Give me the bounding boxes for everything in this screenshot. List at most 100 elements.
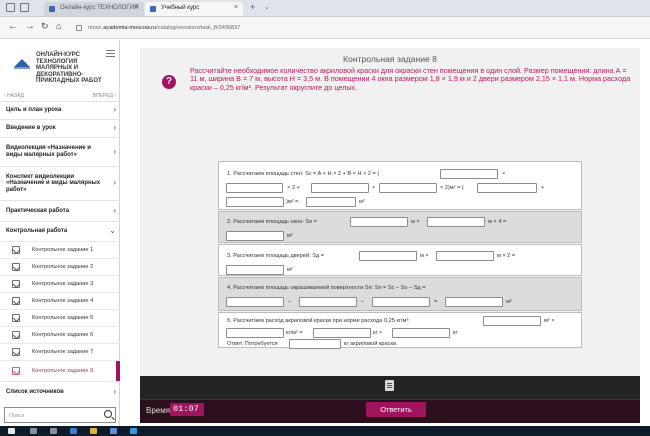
answer-input[interactable] <box>299 297 357 307</box>
answer-input[interactable] <box>350 217 408 227</box>
answer-input[interactable] <box>440 169 498 179</box>
close-icon[interactable]: × <box>135 4 139 11</box>
section-label: Видеолекция «Назначение и виды малярных … <box>6 145 91 158</box>
submit-answer-button[interactable]: Ответить <box>366 402 426 417</box>
operator: – <box>288 299 292 305</box>
calculation-form: 1. Рассчитаем площадь стен: Sc = A × H ×… <box>218 161 582 349</box>
answer-input[interactable] <box>436 251 494 261</box>
completed-check-icon <box>12 263 20 271</box>
browser-tab-strip: Онлайн-курс ТЕХНОЛОГИЯ × Учебный курс × … <box>0 0 650 17</box>
document-icon[interactable] <box>385 380 394 391</box>
url-input[interactable]: mooc.academia-moscow.ru/catalog/sessions… <box>72 21 432 35</box>
back-link[interactable]: ‹ НАЗАД <box>4 93 24 99</box>
search-icon[interactable] <box>104 410 112 418</box>
prev-next-links: ‹ НАЗАД ВПЕРЕД › <box>4 92 116 101</box>
sidebar-item-task-4[interactable]: Контрольное задание 4 <box>0 292 120 309</box>
sidebar-section-practice[interactable]: Практическая работа › <box>0 200 120 221</box>
operator: кг/м² = <box>286 330 303 336</box>
operator: м × 2 = <box>497 253 516 259</box>
tab-actions-icon[interactable] <box>20 3 29 12</box>
chevron-right-icon: › <box>113 146 116 156</box>
home-icon[interactable]: ⌂ <box>56 21 61 31</box>
chevron-down-icon[interactable]: ⌄ <box>264 3 270 11</box>
answer-input[interactable] <box>226 231 284 241</box>
answer-input[interactable] <box>477 183 537 193</box>
academia-logo-icon <box>12 57 32 70</box>
browser-tab[interactable]: Онлайн-курс ТЕХНОЛОГИЯ × <box>44 2 144 16</box>
operator: × 2)м² = ( <box>440 185 464 191</box>
logo-text: ОНЛАЙН-КУРС ТЕХНОЛОГИЯ МАЛЯРНЫХ И ДЕКОРА… <box>36 52 102 85</box>
answer-input[interactable] <box>226 328 284 338</box>
sidebar-section-control[interactable]: Контрольная работа ⌄ <box>0 221 120 241</box>
refresh-icon[interactable]: ↻ <box>41 21 49 32</box>
step-2: 2. Рассчитаем площадь окон: So = м × м ×… <box>218 211 582 243</box>
app-icon[interactable] <box>130 428 137 434</box>
task-view-icon[interactable] <box>50 428 57 434</box>
answer-input[interactable] <box>392 328 450 338</box>
sidebar-item-task-1[interactable]: Контрольное задание 1 <box>0 241 120 258</box>
answer-input[interactable] <box>483 316 541 326</box>
answer-label: Ответ. Потребуется <box>227 341 278 347</box>
timer-label: Время <box>146 406 171 415</box>
answer-input[interactable] <box>226 197 284 207</box>
address-bar-row: ← → ↻ ⌂ mooc.academia-moscow.ru/catalog/… <box>0 17 650 39</box>
sidebar-section-goal[interactable]: Цель и план урока › <box>0 101 120 119</box>
sidebar-section-intro[interactable]: Введение в урок › <box>0 119 120 137</box>
operator: × 2 + <box>287 185 300 191</box>
chevron-right-icon: › <box>113 123 116 133</box>
item-label: Контрольное задание 1 <box>32 247 94 253</box>
sidebar-search-input[interactable]: Поиск <box>4 407 116 423</box>
answer-input[interactable] <box>306 197 356 207</box>
sidebar-item-task-8[interactable]: Контрольное задание 8 <box>0 360 120 381</box>
browser-icon[interactable] <box>70 428 77 434</box>
sidebar-section-video[interactable]: Видеолекция «Назначение и виды малярных … <box>0 137 120 166</box>
answer-input[interactable] <box>313 328 371 338</box>
answer-input[interactable] <box>311 183 369 193</box>
answer-input[interactable] <box>226 183 283 193</box>
current-task-icon <box>12 367 20 375</box>
browser-tab-active[interactable]: Учебный курс × <box>145 2 243 16</box>
answer-input[interactable] <box>427 217 485 227</box>
forward-arrow-icon[interactable]: → <box>25 21 35 32</box>
folder-icon[interactable] <box>90 428 97 434</box>
operator: кг ≈ <box>373 330 383 336</box>
completed-check-icon <box>12 348 20 356</box>
back-arrow-icon[interactable]: ← <box>8 21 18 32</box>
sidebar-section-notes[interactable]: Конспект видеолекции «Назначение и виды … <box>0 166 120 200</box>
step-label: 2. Рассчитаем площадь окон: So = <box>227 219 318 225</box>
favicon-icon <box>150 6 156 12</box>
answer-input[interactable] <box>445 297 503 307</box>
sidebar-section-sources[interactable]: Список источников › <box>0 381 120 403</box>
answer-input[interactable] <box>372 297 430 307</box>
tab-actions-icon[interactable] <box>6 3 15 12</box>
course-sidebar: ОНЛАЙН-КУРС ТЕХНОЛОГИЯ МАЛЯРНЫХ И ДЕКОРА… <box>0 40 120 426</box>
course-logo[interactable]: ОНЛАЙН-КУРС ТЕХНОЛОГИЯ МАЛЯРНЫХ И ДЕКОРА… <box>0 40 120 90</box>
forward-link[interactable]: ВПЕРЕД › <box>93 93 116 99</box>
search-icon[interactable] <box>30 428 37 434</box>
answer-input[interactable] <box>226 265 284 275</box>
answer-input[interactable] <box>226 297 284 307</box>
back-label: НАЗАД <box>7 93 24 99</box>
item-label: Контрольное задание 7 <box>32 349 94 355</box>
start-icon[interactable] <box>8 428 15 434</box>
sidebar-item-task-7[interactable]: Контрольное задание 7 <box>0 343 120 360</box>
step-label: 4. Рассчитаем площадь окрашиваемой повер… <box>227 285 426 291</box>
hamburger-menu-icon[interactable] <box>106 50 115 57</box>
answer-input[interactable] <box>379 183 437 193</box>
sidebar-item-task-5[interactable]: Контрольное задание 5 <box>0 309 120 326</box>
new-tab-icon[interactable]: + <box>250 2 255 12</box>
forward-label: ВПЕРЕД <box>92 93 113 99</box>
timer-value: 01:07 <box>170 403 204 416</box>
store-icon[interactable] <box>110 428 117 434</box>
section-label: Список источников <box>6 389 64 396</box>
close-icon[interactable]: × <box>234 4 238 11</box>
sidebar-item-task-3[interactable]: Контрольное задание 3 <box>0 275 120 292</box>
section-label: Контрольная работа <box>6 228 68 235</box>
step-4: 4. Рассчитаем площадь окрашиваемой повер… <box>218 277 582 311</box>
unit: м² <box>287 267 293 273</box>
answer-input[interactable] <box>359 251 417 261</box>
item-label: Контрольное задание 3 <box>32 281 94 287</box>
sidebar-item-task-6[interactable]: Контрольное задание 6 <box>0 326 120 343</box>
final-answer-input[interactable] <box>289 339 341 349</box>
sidebar-item-task-2[interactable]: Контрольное задание 2 <box>0 258 120 275</box>
